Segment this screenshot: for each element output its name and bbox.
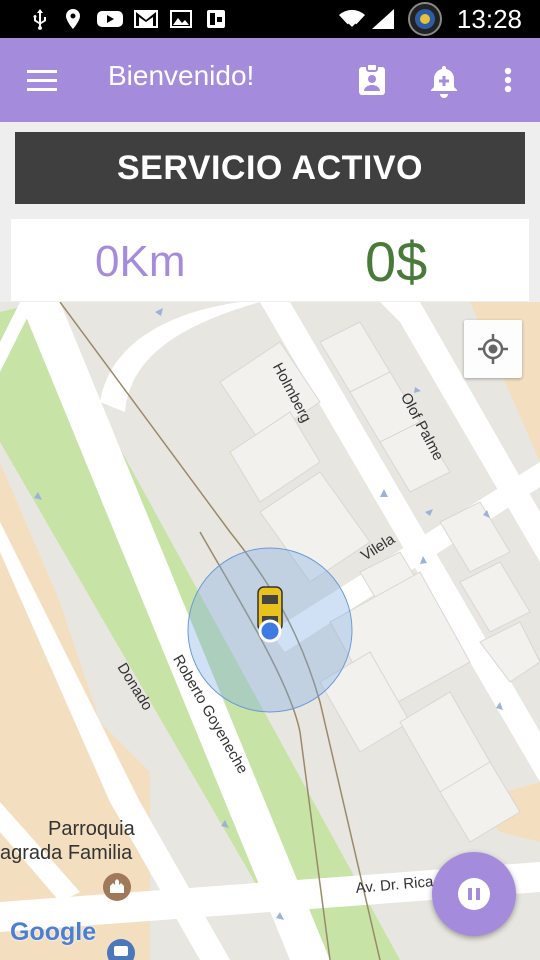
my-location-button[interactable] <box>464 320 522 378</box>
current-location-dot <box>258 619 282 643</box>
status-time: 13:28 <box>456 4 522 34</box>
gallery-icon <box>170 10 192 28</box>
menu-icon[interactable] <box>24 62 60 98</box>
google-logo: Google <box>10 918 96 947</box>
app-bar: Bienvenido! <box>0 38 540 122</box>
more-vert-icon[interactable] <box>490 62 526 98</box>
camera-notification-icon <box>408 2 442 36</box>
wifi-icon <box>339 9 365 30</box>
service-status-banner: SERVICIO ACTIVO <box>15 132 525 204</box>
usb-icon <box>33 9 46 30</box>
bus-stop-icon <box>107 939 135 960</box>
clipboard-icon[interactable] <box>354 62 390 98</box>
distance-value: 0Km <box>95 237 186 286</box>
google-logo-text: Google <box>10 918 97 946</box>
notification-add-icon[interactable] <box>426 62 462 98</box>
poi-label-line1: Parroquia <box>48 818 135 840</box>
poi-label-line2: agrada Familia <box>0 842 133 864</box>
status-bar: 13:28 <box>0 0 540 38</box>
my-location-icon <box>478 334 508 364</box>
flipboard-icon <box>207 10 225 28</box>
trip-info-panel: SERVICIO ACTIVO 0Km 0$ <box>0 122 540 302</box>
pause-icon <box>458 878 490 910</box>
trip-stats: 0Km 0$ <box>11 219 529 301</box>
location-icon <box>66 9 80 29</box>
page-title: Bienvenido! <box>108 60 255 91</box>
pause-service-button[interactable] <box>432 852 516 936</box>
fare-value: 0$ <box>365 230 428 293</box>
signal-icon <box>372 9 394 29</box>
church-icon[interactable] <box>102 872 132 902</box>
youtube-icon <box>97 11 123 27</box>
gmail-icon <box>134 10 158 28</box>
